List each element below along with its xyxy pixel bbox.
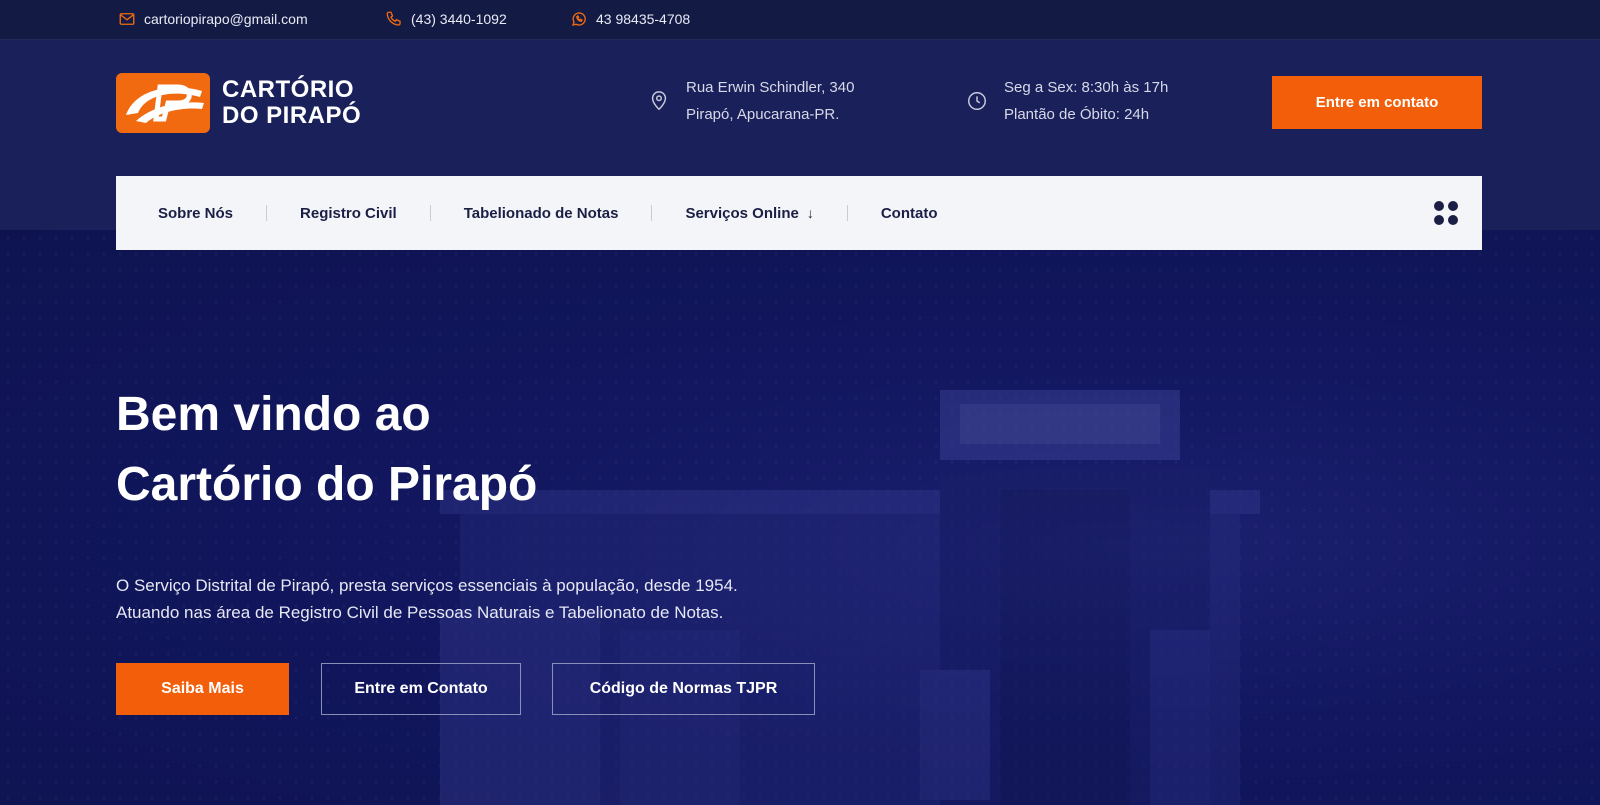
location-pin-icon: [651, 91, 667, 111]
topbar-whatsapp[interactable]: 43 98435-4708: [570, 10, 690, 28]
top-contact-bar: cartoriopirapo@gmail.com (43) 3440-1092 …: [0, 0, 1600, 40]
nav-label: Tabelionado de Notas: [463, 204, 619, 222]
clock-icon: [968, 92, 986, 110]
nav-divider: [651, 205, 653, 221]
codigo-normas-button[interactable]: Código de Normas TJPR: [552, 663, 815, 715]
nav-item-sobre-nos[interactable]: Sobre Nós: [158, 205, 233, 222]
nav-label: Contato: [880, 204, 938, 222]
hero-title-line-2: Cartório do Pirapó: [116, 458, 538, 511]
address-line-2: Pirapó, Apucarana-PR.: [686, 106, 840, 123]
hours-info: Seg a Sex: 8:30h às 17h Plantão de Óbito…: [966, 74, 1168, 128]
nav-divider: [846, 205, 848, 221]
logo-mark-icon: [116, 73, 210, 133]
hero-desc-line-2: Atuando nas área de Registro Civil de Pe…: [116, 603, 724, 622]
nav-item-registro-civil[interactable]: Registro Civil: [300, 205, 397, 222]
hours-line-1: Seg a Sex: 8:30h às 17h: [1004, 79, 1169, 96]
saiba-mais-button[interactable]: Saiba Mais: [116, 663, 289, 715]
address-line-1: Rua Erwin Schindler, 340: [686, 79, 855, 96]
topbar-email-text: cartoriopirapo@gmail.com: [144, 11, 308, 27]
arrow-down-icon: ↓: [806, 205, 814, 221]
logo-line-1: CARTÓRIO: [222, 76, 354, 103]
topbar-email[interactable]: cartoriopirapo@gmail.com: [118, 10, 308, 28]
topbar-whatsapp-text: 43 98435-4708: [596, 11, 691, 27]
header-contact-button[interactable]: Entre em contato: [1272, 76, 1482, 129]
nav-item-tabelionado[interactable]: Tabelionado de Notas: [464, 205, 619, 222]
hero-desc-line-1: O Serviço Distrital de Pirapó, presta se…: [116, 576, 738, 595]
nav-label: Sobre Nós: [158, 204, 234, 222]
mail-icon: [119, 13, 135, 25]
nav-label: Serviços Online: [685, 204, 799, 222]
phone-icon: [386, 11, 401, 26]
nav-divider: [429, 205, 431, 221]
nav-divider: [266, 205, 268, 221]
hero-section: Bem vindo ao Cartório do Pirapó O Serviç…: [0, 230, 1600, 805]
hero-description: O Serviço Distrital de Pirapó, presta se…: [116, 572, 738, 626]
hours-line-2: Plantão de Óbito: 24h: [1004, 106, 1150, 123]
address-info: Rua Erwin Schindler, 340 Pirapó, Apucara…: [648, 74, 854, 128]
grid-menu-icon[interactable]: [1434, 201, 1458, 225]
whatsapp-icon: [571, 12, 586, 26]
logo-line-2: DO PIRAPÓ: [222, 102, 362, 129]
entre-em-contato-button[interactable]: Entre em Contato: [321, 663, 521, 715]
topbar-phone-text: (43) 3440-1092: [411, 11, 507, 27]
nav-label: Registro Civil: [300, 204, 397, 222]
logo-text: CARTÓRIO DO PIRAPÓ: [222, 77, 361, 129]
hero-title: Bem vindo ao Cartório do Pirapó: [116, 380, 537, 520]
nav-item-contato[interactable]: Contato: [881, 205, 938, 222]
hero-title-line-1: Bem vindo ao: [116, 388, 431, 441]
site-logo[interactable]: CARTÓRIO DO PIRAPÓ: [116, 73, 361, 133]
main-navigation: Sobre Nós Registro Civil Tabelionado de …: [116, 176, 1482, 250]
topbar-phone[interactable]: (43) 3440-1092: [385, 10, 507, 28]
nav-item-servicos-online[interactable]: Serviços Online ↓: [685, 205, 813, 222]
